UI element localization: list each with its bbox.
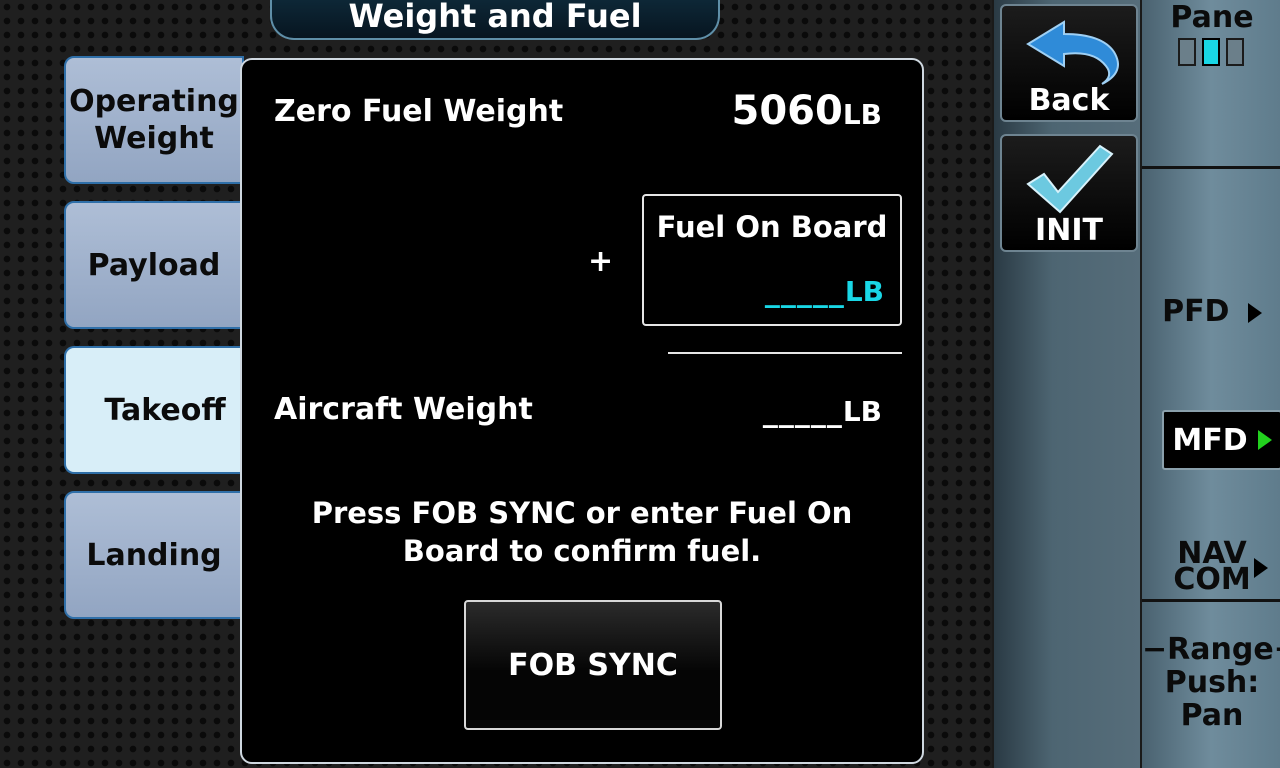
fob-sync-button[interactable]: FOB SYNC: [464, 600, 722, 730]
page-title: Weight and Fuel: [348, 0, 642, 35]
aircraft-weight-unit: LB: [842, 395, 882, 428]
pane-indicator-left: [1178, 38, 1196, 66]
nav-com-arrow-icon: [1254, 558, 1268, 578]
message-line-2: Board to confirm fuel.: [402, 534, 762, 568]
sum-divider: [668, 352, 902, 354]
nav-com-softkey[interactable]: NAV COM: [1142, 539, 1280, 596]
softkey-separator-lower: [1142, 599, 1280, 602]
aircraft-weight-label: Aircraft Weight: [274, 392, 533, 427]
tab-takeoff[interactable]: Takeoff: [64, 346, 264, 474]
mfd-softkey[interactable]: MFD: [1162, 410, 1280, 470]
tab-payload[interactable]: Payload: [64, 201, 244, 329]
aircraft-weight-entry: _____: [762, 394, 843, 429]
zero-fuel-weight-number: 5060: [731, 88, 843, 134]
back-label: Back: [1028, 83, 1110, 118]
pfd-arrow-icon: [1247, 302, 1262, 323]
fuel-on-board-label: Fuel On Board: [656, 210, 888, 244]
checkmark-icon: [1026, 144, 1114, 214]
page-title-tab: Weight and Fuel: [270, 0, 720, 40]
fuel-on-board-unit: LB: [844, 275, 884, 308]
tab-operating-weight[interactable]: Operating Weight: [64, 56, 244, 184]
back-arrow-icon: [1026, 20, 1119, 85]
pfd-softkey[interactable]: PFD: [1142, 296, 1280, 327]
mfd-label: MFD: [1172, 422, 1248, 458]
zero-fuel-weight-unit: LB: [842, 98, 882, 131]
fuel-on-board-field[interactable]: Fuel On Board _____LB: [642, 194, 902, 326]
fuel-on-board-value: _____LB: [765, 274, 884, 309]
init-label: INIT: [1035, 213, 1103, 248]
mfd-arrow-icon: [1257, 430, 1272, 450]
push-label: Push:: [1164, 665, 1260, 700]
pan-label: Pan: [1180, 698, 1244, 733]
tab-landing[interactable]: Landing: [64, 491, 244, 619]
range-label: −Range+: [1142, 632, 1280, 667]
pane-selector[interactable]: [1176, 38, 1248, 68]
pane-label: Pane: [1170, 0, 1254, 35]
init-button[interactable]: INIT: [1000, 134, 1138, 252]
zero-fuel-weight-value: 5060LB: [731, 88, 882, 134]
aircraft-weight-value: _____LB: [763, 394, 882, 429]
range-knob-label[interactable]: −Range+ Push: Pan: [1142, 634, 1280, 734]
zero-fuel-weight-label: Zero Fuel Weight: [274, 94, 564, 129]
pane-indicator-right: [1226, 38, 1244, 66]
pfd-label: PFD: [1162, 294, 1230, 329]
weight-fuel-panel: Zero Fuel Weight 5060LB + Fuel On Board …: [240, 58, 924, 764]
pane-indicator-center: [1202, 38, 1220, 66]
softkey-column: Pane PFD MFD NAV COM −Range+ Push: Pan: [1140, 0, 1280, 768]
tool-column: Back INIT: [992, 0, 1140, 768]
softkey-separator: [1142, 166, 1280, 169]
plus-sign: +: [588, 244, 614, 279]
back-button[interactable]: Back: [1000, 4, 1138, 122]
message-line-1: Press FOB SYNC or enter Fuel On: [311, 496, 853, 530]
fuel-on-board-entry: _____: [764, 274, 845, 309]
